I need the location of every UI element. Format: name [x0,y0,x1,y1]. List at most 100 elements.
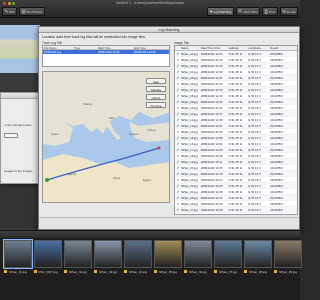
column-header[interactable]: Date/Time Shot [200,46,228,50]
table-cell: NPjan_18.jpg [180,153,198,158]
table-cell: 2009/11/02 12:44 [200,105,223,110]
location-badge-icon [34,270,37,273]
table-row[interactable]: ✔ NPjan_27.jpg 2009/11/02 13:38 N 31 46' 11… [175,207,297,213]
map-label: Spain [51,132,59,136]
log-matching-window: Log Matching Location data from track lo… [38,26,300,230]
toolbar-open-with-button[interactable]: ⇱ Open With [235,7,260,16]
table-cell: 2009/11/02 13:31 [200,195,223,200]
map-mode-map-button[interactable]: Map [146,78,166,84]
table-cell: NPjan_03.jpg [180,63,198,68]
filmstrip-thumbnail[interactable]: DSC_0067.jpg [34,240,62,280]
thumbnail-caption: NPjan_08.jpg [248,270,267,274]
toolbar-log-matching-button[interactable]: ⌖ Log Matching [207,7,234,16]
table-cell: NPjan_14.jpg [180,129,198,134]
table-cell: 2013/05/0 [270,75,283,80]
table-cell: E 35 13' 2 [248,177,261,182]
table-cell: N 31 46' 11 [228,99,243,104]
filmstrip-thumbnail[interactable]: NPjan_04.jpg [124,240,152,280]
table-cell: E 35 13' 2 [248,111,261,116]
table-cell: 2009/11/02 12:58 [200,135,223,140]
table-cell: 2009/11/02 12:30 [200,69,223,74]
filmstrip-thumbnail[interactable]: NPjan_02.jpg [64,240,92,280]
location-badge-icon [214,270,217,273]
table-cell: N 31 46' 11 [228,159,243,164]
column-header[interactable]: Latitude [228,46,248,50]
thumbnail-image [94,240,122,268]
table-cell: N 31 46' 11 [228,123,243,128]
filmstrip-thumbnail[interactable]: NPjan_01.jpg [3,239,33,280]
table-cell: 2009/11/02 12:26 [200,63,223,68]
table-cell: NPjan_05.jpg [180,75,198,80]
table-cell: N 31 46' 11 [228,111,243,116]
table-cell: NPjan_16.jpg [180,141,198,146]
table-cell: 2009/11/02 12:40 [200,93,223,98]
thumbnail-caption: NPjan_04.jpg [128,270,147,274]
table-cell: 2009/11/02 13:11 [200,159,223,164]
map-label: Libya [113,176,121,180]
filmstrip-thumbnail[interactable]: NPjan_06.jpg [184,240,212,280]
column-header[interactable]: Name [180,46,200,50]
filmstrip-thumbnail[interactable]: NPjan_09.jpg [274,240,302,280]
window-title: ViewNX 2 - /Users/jonathan/Desktop/Jorda… [115,1,185,5]
filmstrip-thumbnail[interactable]: NPjan_05.jpg [154,240,182,280]
toolbar-email-button[interactable]: ✉ E-mail [279,7,298,16]
column-header[interactable]: Result [269,46,297,50]
map-label: Turkey [147,128,157,132]
map-mode-hybrid-button[interactable]: Hybrid [146,94,166,100]
table-cell: 2013/05/0 [270,51,283,56]
column-header[interactable]: Longitude [247,46,269,50]
toolbar-right: ⌖ Log Matching ⇱ Open With ⎙ Print ✉ E-mail [207,7,298,16]
table-cell: 2013/05/0 [270,63,283,68]
table-cell: 2009/11/02 12:55 [200,129,223,134]
toolbar-edit-button[interactable]: ✎ Edit [2,7,17,16]
background-dialog-button[interactable] [4,133,18,138]
thumbnail-image [124,240,152,268]
table-row[interactable]: 20091102.log 2009/11/02 10:09 2009/11/03… [43,50,169,54]
table-cell: 2013/05/0 [270,81,283,86]
table-cell: 2009/11/02 13:18 [200,171,223,176]
toolbar-label: Open With [243,9,258,14]
table-cell: NPjan_06.jpg [180,81,198,86]
filmstrip-thumbnail[interactable]: NPjan_03.jpg [94,240,122,280]
table-cell: 2013/05/0 [270,117,283,122]
thumbnail-caption: NPjan_02.jpg [68,270,87,274]
table-cell: E 35 13' 2 [248,183,261,188]
thumbnail-image [244,240,272,268]
column-header[interactable]: File Name [43,46,73,50]
table-cell: E 35 13' 2 [248,195,261,200]
table-cell: E 35 13' 2 [248,123,261,128]
map-mode-physical-button[interactable]: Physical [146,102,166,108]
table-cell: 2009/11/02 13:08 [200,153,223,158]
table-cell: N 31 46' 11 [228,51,243,56]
table-cell: E 35 13' 2 [248,93,261,98]
map-label: Greece [129,132,139,136]
table-cell: E 35 13' 2 [248,159,261,164]
table-cell: 2009/11/02 12:42 [200,99,223,104]
filmstrip-thumbnail[interactable]: NPjan_07.jpg [214,240,242,280]
table-cell: 2009/11/02 12:23 [200,51,223,56]
table-cell: E 35 13' 2 [248,147,261,152]
filmstrip-thumbnail[interactable]: NPjan_08.jpg [244,240,272,280]
column-header[interactable]: Start Time [97,46,133,50]
location-badge-icon [274,270,277,273]
table-cell: E 35 13' 2 [248,63,261,68]
table-cell: N 31 46' 11 [228,195,243,200]
toolbar-my-pictures-button[interactable]: ▤ My Pictures [18,7,45,16]
table-cell: N 31 46' 11 [228,207,243,212]
column-header[interactable]: Type [73,46,97,50]
table-cell: NPjan_23.jpg [180,183,198,188]
column-header[interactable]: End Time [133,46,169,50]
map-label: Italy [109,116,115,120]
table-cell: 2009/11/02 12:33 [200,81,223,86]
toolbar-label: Print [269,9,276,14]
route-map[interactable]: France Italy Spain Algeria Libya Greece … [42,71,170,203]
toolbar-print-button[interactable]: ⎙ Print [261,7,278,16]
dialog-title: Log Matching [39,27,299,33]
table-cell: NPjan_01.jpg [180,51,198,56]
map-mode-satellite-button[interactable]: Satellite [146,86,166,92]
table-cell: 2013/05/0 [270,99,283,104]
table-cell: NPjan_12.jpg [180,117,198,122]
table-cell: N 31 46' 11 [228,171,243,176]
table-cell: 2009/11/02 12:36 [200,87,223,92]
table-cell: E 35 13' 2 [248,189,261,194]
